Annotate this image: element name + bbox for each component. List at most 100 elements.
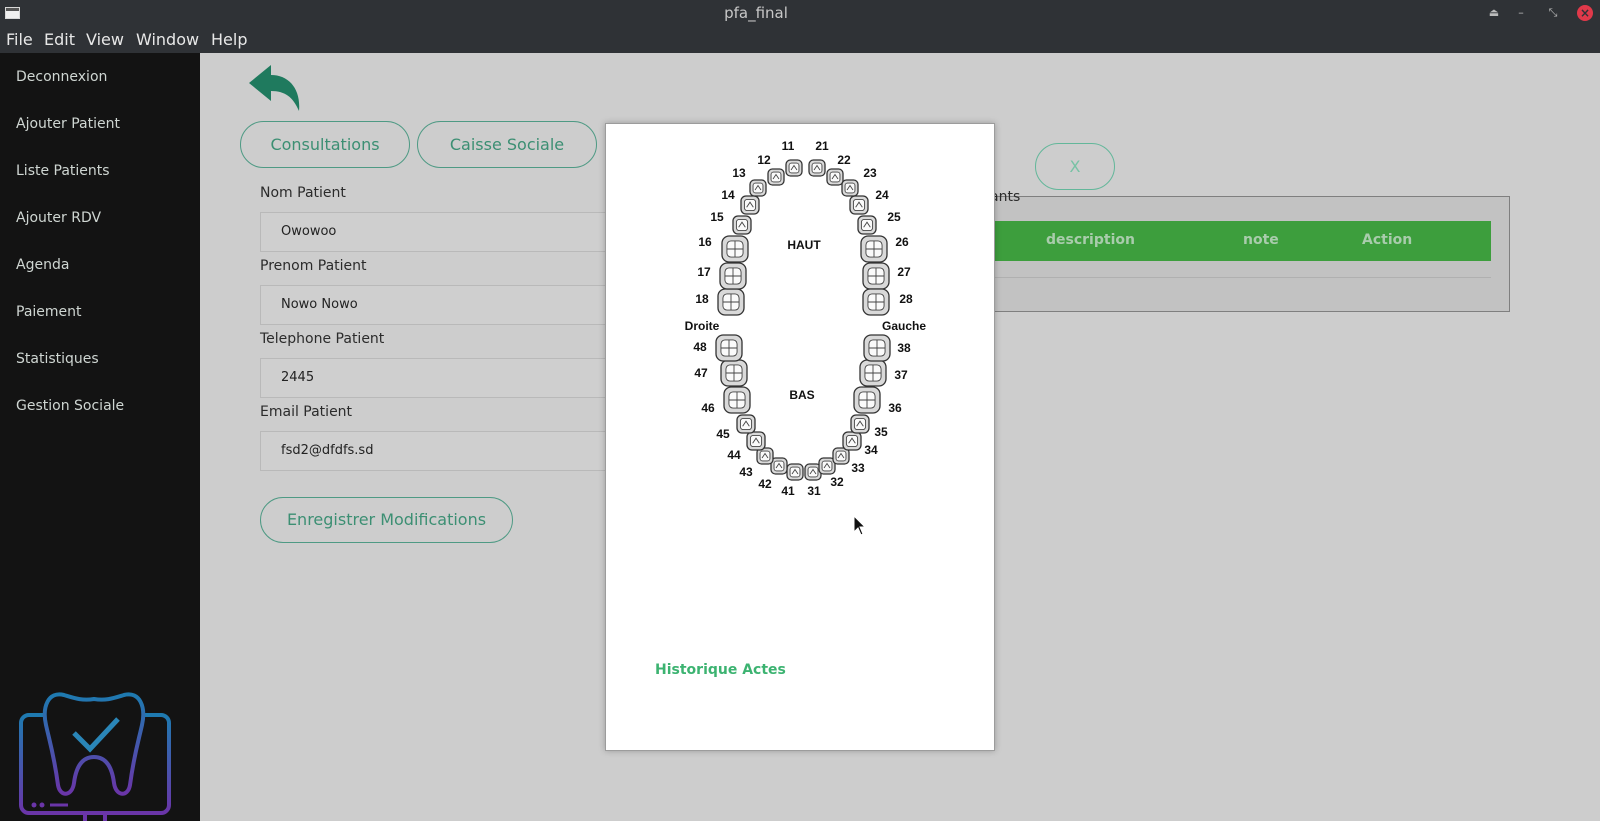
email-label: Email Patient	[260, 404, 353, 420]
tooth-number-13: 13	[732, 166, 746, 180]
tooth-number-22: 22	[837, 153, 851, 167]
back-arrow-icon[interactable]	[247, 65, 303, 113]
telephone-label: Telephone Patient	[260, 331, 385, 347]
tooth-number-43: 43	[739, 465, 753, 479]
menubar: File Edit View Window Help	[0, 26, 1600, 53]
col-action[interactable]: Action	[1362, 232, 1412, 248]
tooth-number-45: 45	[716, 427, 730, 441]
email-field[interactable]: fsd2@dfdfs.sd	[260, 431, 640, 471]
tooth-26[interactable]	[860, 235, 888, 263]
tooth-14[interactable]	[740, 195, 760, 215]
tooth-47[interactable]	[720, 359, 748, 387]
menu-edit[interactable]: Edit	[44, 30, 75, 49]
tooth-22[interactable]	[826, 168, 844, 186]
table-header: description note Action	[981, 221, 1491, 261]
tooth-36[interactable]	[853, 386, 881, 414]
tab-consultations[interactable]: Consultations	[240, 121, 410, 168]
sidebar-item-paiement[interactable]: Paiement	[16, 304, 82, 320]
tooth-44[interactable]	[746, 431, 766, 451]
tooth-45[interactable]	[736, 414, 756, 434]
sidebar-item-liste-patients[interactable]: Liste Patients	[16, 163, 110, 179]
col-description[interactable]: description	[1046, 232, 1135, 248]
tooth-35[interactable]	[850, 414, 870, 434]
tab-caisse-sociale[interactable]: Caisse Sociale	[417, 121, 597, 168]
tooth-24[interactable]	[849, 195, 869, 215]
tooth-13[interactable]	[749, 179, 767, 197]
tooth-16[interactable]	[721, 235, 749, 263]
mouse-cursor-icon	[853, 515, 867, 536]
close-button[interactable]: X	[1035, 143, 1115, 190]
sidebar-item-agenda[interactable]: Agenda	[16, 257, 69, 273]
tooth-46[interactable]	[723, 386, 751, 414]
tooth-12[interactable]	[767, 168, 785, 186]
historique-actes-link[interactable]: Historique Actes	[655, 662, 786, 678]
tooth-number-18: 18	[695, 292, 709, 306]
tooth-numbers: 18 17 16 15 14 13 12 11 21 22 23 24 25 26 27 28 31 32 33 34…	[693, 139, 913, 498]
prenom-label: Prenom Patient	[260, 258, 367, 274]
tooth-37[interactable]	[859, 359, 887, 387]
tooth-number-31: 31	[807, 484, 821, 498]
tooth-15[interactable]	[732, 215, 752, 235]
tooth-18[interactable]	[717, 288, 745, 316]
tooth-11[interactable]	[785, 159, 803, 177]
dental-chart-dialog: 18 17 16 15 14 13 12 11 21 22 23 24 25 26 27 28 31 32 33 34…	[605, 123, 995, 751]
close-window-icon[interactable]: ×	[1577, 5, 1593, 21]
tooth-48[interactable]	[715, 334, 743, 362]
menu-view[interactable]: View	[86, 30, 124, 49]
tooth-27[interactable]	[862, 262, 890, 290]
sidebar-item-ajouter-rdv[interactable]: Ajouter RDV	[16, 210, 101, 226]
tooth-number-48: 48	[693, 340, 707, 354]
tooth-41[interactable]	[786, 463, 804, 481]
tooth-number-16: 16	[698, 235, 712, 249]
nom-field[interactable]: Owowoo	[260, 212, 640, 252]
tooth-number-17: 17	[697, 265, 711, 279]
tooth-number-12: 12	[757, 153, 771, 167]
nom-label: Nom Patient	[260, 185, 346, 201]
tooth-number-27: 27	[897, 265, 911, 279]
tooth-number-46: 46	[701, 401, 715, 415]
minimize-icon[interactable]: –	[1513, 5, 1529, 21]
tooth-21[interactable]	[808, 159, 826, 177]
tooth-38[interactable]	[863, 334, 891, 362]
tooth-number-41: 41	[781, 484, 795, 498]
sidebar-item-ajouter-patient[interactable]: Ajouter Patient	[16, 116, 120, 132]
sidebar-item-deconnexion[interactable]: Deconnexion	[16, 69, 107, 85]
tooth-number-38: 38	[897, 341, 911, 355]
telephone-field[interactable]: 2445	[260, 358, 640, 398]
restore-icon[interactable]: ⤡	[1545, 5, 1561, 21]
tooth-number-34: 34	[864, 443, 878, 457]
menu-help[interactable]: Help	[211, 30, 247, 49]
sidebar-item-statistiques[interactable]: Statistiques	[16, 351, 99, 367]
tooth-number-42: 42	[758, 477, 772, 491]
tooth-number-36: 36	[888, 401, 902, 415]
tooth-28[interactable]	[862, 288, 890, 316]
tooth-number-24: 24	[875, 188, 889, 202]
sidebar: Deconnexion Ajouter Patient Liste Patien…	[0, 53, 200, 821]
save-button[interactable]: Enregistrer Modifications	[260, 497, 513, 543]
left-side-label: Gauche	[882, 319, 926, 333]
tooth-number-14: 14	[721, 188, 735, 202]
tooth-number-26: 26	[895, 235, 909, 249]
prenom-field[interactable]: Nowo Nowo	[260, 285, 640, 325]
tooth-number-37: 37	[894, 368, 908, 382]
tooth-23[interactable]	[841, 179, 859, 197]
sidebar-item-gestion-sociale[interactable]: Gestion Sociale	[16, 398, 124, 414]
tooth-number-35: 35	[874, 425, 888, 439]
menu-file[interactable]: File	[6, 30, 33, 49]
lower-jaw-label: BAS	[789, 388, 814, 402]
tooth-number-44: 44	[727, 448, 741, 462]
menu-window[interactable]: Window	[136, 30, 199, 49]
tooth-number-33: 33	[851, 461, 865, 475]
tooth-25[interactable]	[857, 215, 877, 235]
tooth-number-23: 23	[863, 166, 877, 180]
window-titlebar: pfa_final ⏏ – ⤡ ×	[0, 0, 1600, 26]
tooth-number-25: 25	[887, 210, 901, 224]
window-title: pfa_final	[724, 4, 788, 22]
tooth-34[interactable]	[842, 431, 862, 451]
table-divider	[981, 277, 1491, 278]
col-note[interactable]: note	[1243, 232, 1279, 248]
tooth-17[interactable]	[719, 262, 747, 290]
eject-icon[interactable]: ⏏	[1486, 5, 1502, 21]
tooth-number-28: 28	[899, 292, 913, 306]
dental-chart[interactable]: 18 17 16 15 14 13 12 11 21 22 23 24 25 26 27 28 31 32 33 34…	[606, 124, 996, 524]
